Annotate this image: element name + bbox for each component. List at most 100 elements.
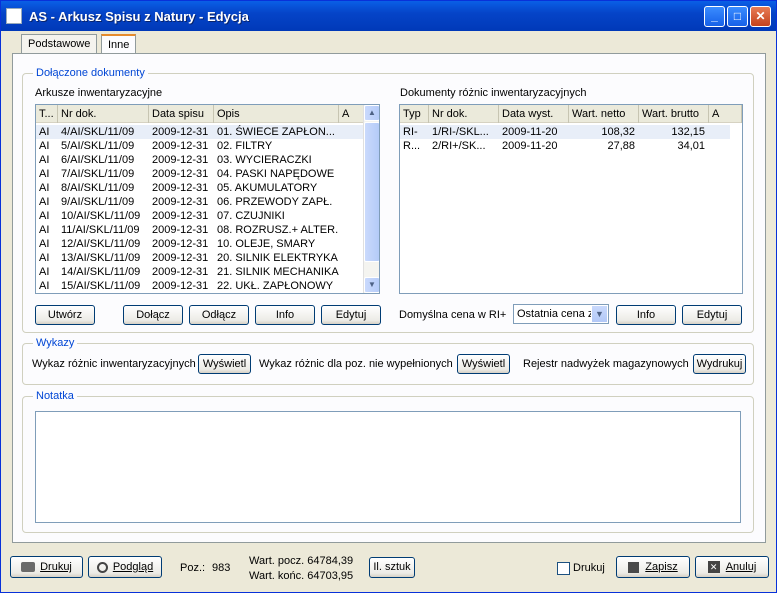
table-row[interactable]: RI- 1/RI-/SKL... 2009-11-20 108,32 132,1… (400, 125, 730, 139)
col-doc-no[interactable]: Nr dok. (58, 105, 149, 123)
save-button[interactable]: Zapisz (616, 556, 690, 578)
cell-date: 2009-12-31 (152, 210, 209, 222)
print-button[interactable]: Drukuj (10, 556, 83, 578)
print-surplus-button[interactable]: Wydrukuj (693, 354, 746, 374)
cell-description: 04. PASKI NAPĘDOWE (217, 168, 335, 180)
cell-type: R... (403, 140, 421, 152)
cell-description: 08. ROZRUSZ.+ ALTER. (217, 224, 339, 236)
print-checkbox-label: Drukuj (573, 562, 605, 574)
table-row[interactable]: R... 2/RI+/SK... 2009-11-20 27,88 34,01 (400, 139, 730, 153)
reports-label: Wykazy (33, 337, 78, 349)
table-row[interactable]: AI 9/AI/SKL/11/09 2009-12-31 06. PRZEWODY Z… (36, 195, 363, 209)
cell-type: AI (39, 140, 50, 152)
table-row[interactable]: AI 5/AI/SKL/11/09 2009-12-31 02. FILTRY (36, 139, 363, 153)
note-textarea[interactable] (35, 411, 741, 523)
diffs-list[interactable]: Typ Nr dok. Data wyst. Wart. netto Wart.… (399, 104, 743, 294)
table-row[interactable]: AI 14/AI/SKL/11/09 2009-12-31 21. SILNIK ME… (36, 265, 363, 279)
cell-type: AI (39, 182, 50, 194)
cell-type: AI (39, 280, 50, 292)
cell-description: 21. SILNIK MECHANIKA (217, 266, 339, 278)
diffs-edit-button[interactable]: Edytuj (682, 305, 742, 325)
table-row[interactable]: AI 10/AI/SKL/11/09 2009-12-31 07. CZUJNIKI (36, 209, 363, 223)
note-label: Notatka (33, 390, 77, 402)
cell-gross: 132,15 (671, 126, 705, 138)
show-diff-report-button[interactable]: Wyświetl (198, 354, 251, 374)
col-net-value[interactable]: Wart. netto (569, 105, 639, 123)
cell-description: 20. SILNIK ELEKTRYKA (217, 252, 338, 264)
end-value: Wart. końc. 64703,95 (249, 570, 354, 582)
scroll-thumb[interactable] (364, 122, 379, 262)
sheets-scrollbar[interactable]: ▲ ▼ (363, 105, 379, 293)
cell-date: 2009-12-31 (152, 140, 209, 152)
tab-inne[interactable]: Inne (101, 34, 137, 54)
bottom-bar: Drukuj Podgląd Poz.: 983 Wart. pocz. 647… (1, 549, 776, 593)
quantity-button[interactable]: Il. sztuk (369, 557, 415, 578)
scroll-up-icon[interactable]: ▲ (364, 105, 379, 121)
print-checkbox[interactable] (557, 562, 570, 575)
cell-description: 10. OLEJE, SMARY (217, 238, 316, 250)
diffs-info-button[interactable]: Info (616, 305, 676, 325)
attached-documents-group: Dołączone dokumenty Arkusze inwentaryzac… (22, 67, 754, 333)
show-unfilled-report-button[interactable]: Wyświetl (457, 354, 510, 374)
reports-group: Wykazy Wykaz różnic inwentaryzacyjnych W… (22, 337, 754, 385)
col-typ[interactable]: Typ (400, 105, 429, 123)
table-row[interactable]: AI 4/AI/SKL/11/09 2009-12-31 01. ŚWIECE ZAP… (36, 125, 363, 139)
cell-type: AI (39, 126, 50, 138)
table-row[interactable]: AI 7/AI/SKL/11/09 2009-12-31 04. PASKI NAPĘ… (36, 167, 363, 181)
chevron-down-icon[interactable]: ▼ (591, 305, 608, 323)
floppy-icon (628, 561, 640, 573)
cell-doc-no: 10/AI/SKL/11/09 (61, 210, 141, 222)
minimize-button[interactable]: _ (704, 6, 725, 27)
table-row[interactable]: AI 12/AI/SKL/11/09 2009-12-31 10. OLEJE, SM… (36, 237, 363, 251)
cell-net: 27,88 (607, 140, 635, 152)
col-a[interactable]: A (339, 105, 365, 123)
scroll-down-icon[interactable]: ▼ (364, 277, 379, 293)
cell-doc-no: 12/AI/SKL/11/09 (61, 238, 141, 250)
table-row[interactable]: AI 15/AI/SKL/11/09 2009-12-31 22. UKŁ. ZAPŁ… (36, 279, 363, 293)
table-row[interactable]: AI 13/AI/SKL/11/09 2009-12-31 20. SILNIK EL… (36, 251, 363, 265)
col-issue-date[interactable]: Data wyst. (499, 105, 569, 123)
tab-podstawowe[interactable]: Podstawowe (21, 34, 98, 53)
cell-description: 01. ŚWIECE ZAPŁON... (217, 126, 335, 138)
cell-doc-no: 5/AI/SKL/11/09 (61, 140, 135, 152)
col-date[interactable]: Data spisu (149, 105, 214, 123)
diffs-label: Dokumenty różnic inwentaryzacyjnych (400, 87, 587, 99)
cancel-button[interactable]: ✕ Anuluj (695, 556, 769, 578)
col-type[interactable]: T... (36, 105, 58, 123)
cell-date: 2009-12-31 (152, 154, 209, 166)
cell-description: 06. PRZEWODY ZAPŁ. (217, 196, 333, 208)
cell-date: 2009-12-31 (152, 196, 209, 208)
cell-description: 22. UKŁ. ZAPŁONOWY (217, 280, 334, 292)
print-label: Drukuj (40, 561, 72, 573)
sheets-edit-button[interactable]: Edytuj (321, 305, 381, 325)
cell-date: 2009-12-31 (152, 238, 209, 250)
preview-label: Podgląd (112, 561, 154, 573)
sheets-info-button[interactable]: Info (255, 305, 315, 325)
cell-description: 03. WYCIERACZKI (217, 154, 312, 166)
maximize-button[interactable]: □ (727, 6, 748, 27)
cell-type: RI- (403, 126, 418, 138)
col-doc-no[interactable]: Nr dok. (429, 105, 499, 123)
title-bar[interactable]: AS - Arkusz Spisu z Natury - Edycja _ □ … (1, 1, 776, 31)
preview-button[interactable]: Podgląd (88, 556, 162, 578)
tab-panel: Dołączone dokumenty Arkusze inwentaryzac… (12, 53, 766, 543)
detach-button[interactable]: Odłącz (189, 305, 249, 325)
position-value: 983 (212, 562, 231, 574)
cell-date: 2009-11-20 (502, 126, 558, 138)
table-row[interactable]: AI 11/AI/SKL/11/09 2009-12-31 08. ROZRUSZ.+… (36, 223, 363, 237)
main-window: AS - Arkusz Spisu z Natury - Edycja _ □ … (0, 0, 777, 593)
col-description[interactable]: Opis (214, 105, 339, 123)
cell-type: AI (39, 196, 50, 208)
col-gross-value[interactable]: Wart. brutto (639, 105, 709, 123)
col-a[interactable]: A (709, 105, 742, 123)
default-price-select[interactable]: Ostatnia cena z ▼ (513, 304, 609, 324)
sheets-label: Arkusze inwentaryzacyjne (35, 87, 163, 99)
cell-date: 2009-12-31 (152, 224, 209, 236)
attach-button[interactable]: Dołącz (123, 305, 183, 325)
cell-type: AI (39, 210, 50, 222)
table-row[interactable]: AI 6/AI/SKL/11/09 2009-12-31 03. WYCIERACZK… (36, 153, 363, 167)
create-button[interactable]: Utwórz (35, 305, 95, 325)
sheets-list[interactable]: T... Nr dok. Data spisu Opis A AI 4/AI/SK… (35, 104, 380, 294)
close-button[interactable]: ✕ (750, 6, 771, 27)
table-row[interactable]: AI 8/AI/SKL/11/09 2009-12-31 05. AKUMULATOR… (36, 181, 363, 195)
